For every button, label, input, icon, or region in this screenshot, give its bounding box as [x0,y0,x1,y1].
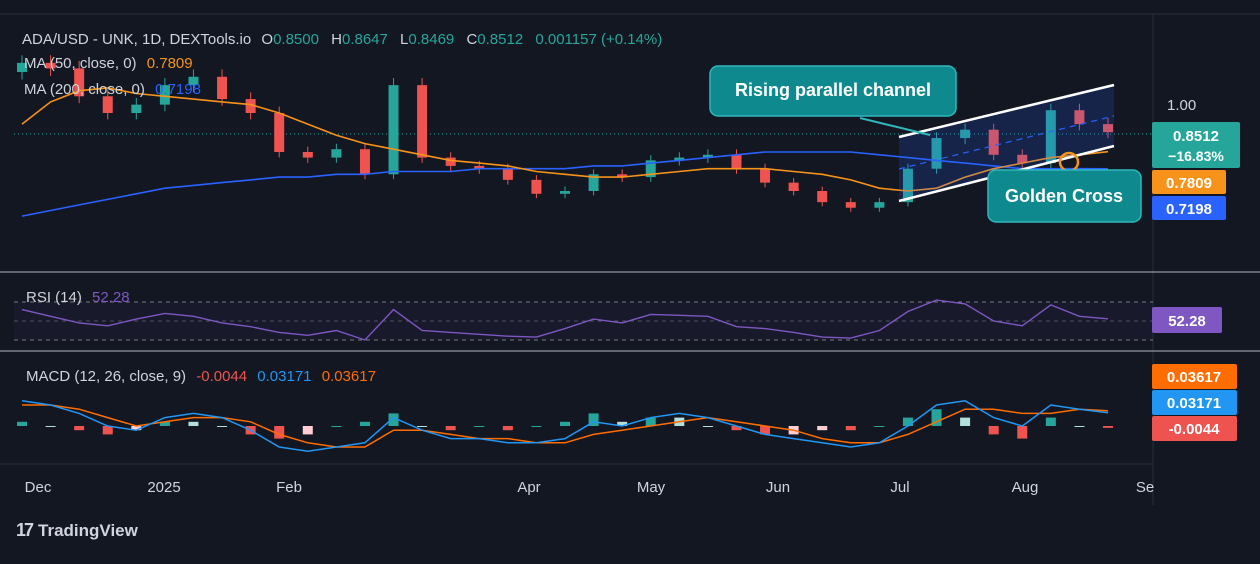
ma50-value: 0.7809 [147,55,193,72]
candle-body [217,76,228,100]
candle-body [874,202,885,208]
candle-body [359,149,370,175]
macd-pane [17,400,1113,452]
low-label: L [400,31,408,48]
candle-body [502,168,513,180]
macd-histogram-bar [531,426,542,427]
macd-signal-tag-value: 0.03617 [1167,369,1221,386]
last-price-value: 0.8512 [1173,128,1219,145]
macd-histogram-bar [1045,417,1056,426]
macd-histogram-bar [302,426,313,435]
candle-body [817,191,828,203]
macd-histogram-bar [417,426,428,427]
macd-histogram-bar [17,421,27,426]
time-label-may: May [637,479,666,496]
macd-histogram-bar [1074,426,1085,427]
macd-histogram-bar [1103,426,1113,428]
time-label-jun: Jun [766,479,790,496]
header-legend[interactable]: ADA/USD - UNK, 1D, DEXTools.io O0.8500 H… [22,31,662,48]
change-value: 0.001157 (+0.14%) [535,31,662,48]
candle-body [388,85,399,175]
macd-histogram-bar [331,426,342,427]
macd-histogram-bar [74,426,85,431]
ma200-value: 0.7198 [155,81,201,98]
ma50-price-tag-value: 0.7809 [1166,175,1212,192]
macd-histogram-bar [445,426,456,431]
golden-cross-label: Golden Cross [1005,186,1123,206]
macd-signal-value: 0.03617 [322,368,376,385]
tradingview-logo[interactable]: 17 TradingView [16,520,138,541]
chart-stage: Rising parallel channel Golden Cross ADA… [0,0,1260,559]
time-label-dec: Dec [25,479,52,496]
price-axis-level: 1.00 [1167,97,1196,114]
time-axis[interactable]: Dec 2025 Feb Apr May Jun Jul Aug Se [25,479,1155,496]
time-label-apr: Apr [517,479,540,496]
candle-body [131,104,142,113]
high-value: 0.8647 [342,31,388,48]
open-value: 0.8500 [273,31,319,48]
time-label-2025: 2025 [147,479,180,496]
macd-histogram-bar [359,421,370,426]
macd-histogram-bar [702,426,713,427]
macd-histogram-bar [45,426,56,427]
price-chart[interactable]: Rising parallel channel Golden Cross ADA… [0,0,1260,559]
macd-hist-tag-value: -0.0044 [1169,421,1221,438]
macd-histogram-bar [188,421,199,426]
rsi-label: RSI (14) [26,289,82,306]
candle-body [788,182,799,191]
last-price-change: −16.83% [1168,148,1224,164]
candle-body [560,191,570,194]
candle-body [845,202,856,208]
time-label-sep: Se [1136,479,1154,496]
candle-body [445,157,456,166]
open-label: O [261,31,273,48]
rsi-legend[interactable]: RSI (14) 52.28 [26,289,130,306]
high-label: H [331,31,342,48]
macd-histogram-bar [817,426,828,431]
candle-body [302,152,313,158]
macd-histogram-bar [502,426,513,431]
macd-histogram-bar [988,426,999,435]
channel-callout-pointer [859,117,931,136]
rsi-value: 52.28 [92,289,130,306]
close-value: 0.8512 [477,31,523,48]
candle-body [274,113,285,152]
time-label-aug: Aug [1012,479,1039,496]
macd-label: MACD (12, 26, close, 9) [26,368,186,385]
ma200-price-tag-value: 0.7198 [1166,201,1212,218]
candle-body [331,149,342,158]
macd-histogram-bar [874,426,885,427]
macd-histogram-bar [474,426,485,427]
candle-body [731,154,742,169]
time-label-feb: Feb [276,479,302,496]
time-label-jul: Jul [890,479,909,496]
macd-line-value: 0.03171 [257,368,311,385]
ma200-label: MA (200, close, 0) [24,81,145,98]
macd-histogram-bar [560,421,570,426]
ma50-legend[interactable]: MA (50, close, 0) 0.7809 [24,55,193,72]
low-value: 0.8469 [408,31,454,48]
channel-callout-label: Rising parallel channel [735,80,931,100]
macd-hist-value: -0.0044 [196,368,247,385]
macd-histogram-bar [217,426,228,427]
macd-histogram-bar [1017,426,1028,439]
candle-body [531,179,542,194]
symbol-title: ADA/USD - UNK, 1D, DEXTools.io [22,31,251,48]
candle-body [417,85,428,158]
macd-histogram-bar [845,426,856,431]
macd-histogram-bar [902,417,913,426]
macd-line-tag-value: 0.03171 [1167,395,1221,412]
close-label: C [466,31,477,48]
macd-legend[interactable]: MACD (12, 26, close, 9) -0.0044 0.03171 … [26,368,376,385]
candle-body [760,168,771,183]
ma50-label: MA (50, close, 0) [24,55,137,72]
tradingview-logo-icon: 17 [16,520,34,540]
ma200-legend[interactable]: MA (200, close, 0) 0.7198 [24,81,201,98]
rsi-price-tag-value: 52.28 [1168,313,1206,330]
macd-histogram-bar [960,417,971,426]
candle-body [102,96,113,113]
tradingview-brand-text: TradingView [38,520,138,540]
